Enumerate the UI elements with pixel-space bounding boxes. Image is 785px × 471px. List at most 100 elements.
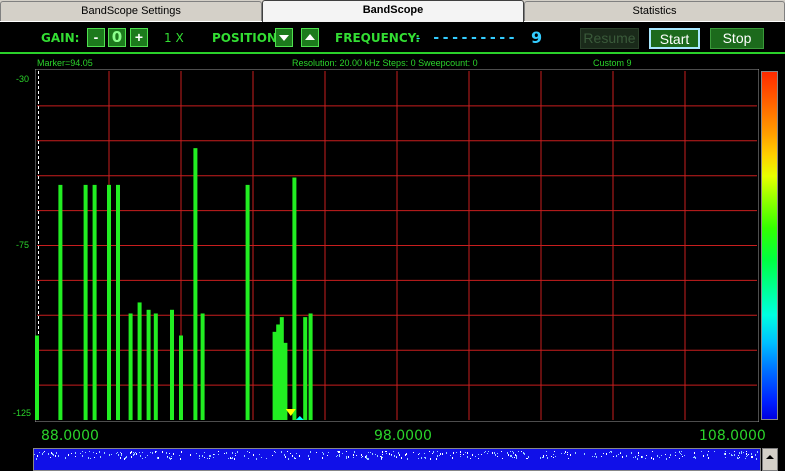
waterfall-pixel: [368, 458, 369, 460]
waterfall-pixel: [665, 454, 666, 455]
waterfall-pixel: [55, 455, 56, 457]
waterfall-pixel: [94, 457, 95, 458]
waterfall-pixel: [707, 454, 708, 456]
waterfall-pixel: [117, 452, 118, 453]
waterfall-pixel: [622, 456, 623, 458]
spectrum-plot[interactable]: [35, 69, 759, 422]
waterfall-pixel: [228, 458, 229, 459]
waterfall-pixel: [739, 452, 740, 454]
waterfall-pixel: [714, 451, 715, 452]
spectrum-bar: [170, 309, 174, 420]
waterfall-pixel: [463, 454, 464, 455]
waterfall-pixel: [734, 454, 735, 456]
waterfall-pixel: [244, 455, 245, 457]
waterfall-pixel: [746, 453, 747, 455]
waterfall-pixel: [285, 456, 286, 458]
waterfall-pixel: [747, 455, 748, 456]
waterfall-pixel: [39, 452, 40, 453]
waterfall-pixel: [75, 456, 76, 457]
waterfall-pixel: [56, 452, 57, 454]
position-label: POSITION:: [212, 31, 282, 45]
waterfall-pixel: [248, 458, 249, 459]
waterfall-pixel: [724, 453, 725, 455]
waterfall-pixel: [53, 454, 54, 456]
waterfall-pixel: [158, 457, 159, 459]
resume-button[interactable]: Resume: [580, 28, 639, 49]
waterfall-pixel: [731, 454, 732, 456]
waterfall-pixel: [366, 457, 367, 459]
waterfall-pixel: [570, 454, 571, 456]
waterfall-pixel: [633, 457, 634, 458]
waterfall-pixel: [601, 456, 602, 457]
waterfall-pixel: [121, 453, 122, 454]
waterfall-pixel: [575, 452, 576, 454]
waterfall-pixel: [757, 451, 758, 453]
waterfall-pixel: [511, 455, 512, 457]
waterfall-pixel: [741, 451, 742, 453]
waterfall-pixel: [609, 452, 610, 453]
waterfall-pixel: [424, 453, 425, 454]
control-toolbar: GAIN: - 0 + 1 X POSITION: FREQUENCY: - -…: [0, 22, 785, 54]
waterfall-pixel: [745, 458, 746, 459]
stop-button[interactable]: Stop: [710, 28, 764, 49]
waterfall-pixel: [196, 453, 197, 454]
waterfall-pixel: [290, 453, 291, 454]
waterfall-pixel: [202, 455, 203, 457]
spectrum-bar: [308, 313, 313, 420]
waterfall-pixel: [346, 451, 347, 452]
tab-bandscope-settings[interactable]: BandScope Settings: [0, 1, 262, 21]
waterfall-pixel: [339, 455, 340, 457]
waterfall-pixel: [346, 456, 347, 458]
position-down-button[interactable]: [275, 28, 293, 47]
waterfall-pixel: [475, 456, 476, 457]
waterfall-display: [33, 448, 761, 471]
x-tick-label: 88.0000: [41, 428, 99, 444]
waterfall-pixel: [694, 456, 695, 458]
waterfall-pixel: [111, 454, 112, 455]
waterfall-pixel: [284, 454, 285, 456]
waterfall-scroll-up-button[interactable]: [762, 448, 778, 471]
waterfall-pixel: [681, 454, 682, 455]
gain-decrease-button[interactable]: -: [87, 28, 105, 47]
waterfall-pixel: [385, 451, 386, 452]
waterfall-pixel: [611, 451, 612, 453]
waterfall-pixel: [512, 451, 513, 452]
waterfall-pixel: [406, 453, 407, 455]
waterfall-pixel: [294, 457, 295, 459]
x-tick-label: 108.0000: [699, 428, 766, 444]
waterfall-pixel: [413, 452, 414, 453]
waterfall-pixel: [681, 451, 682, 452]
spectrum-bar: [279, 317, 284, 420]
waterfall-pixel: [287, 451, 288, 452]
position-up-button[interactable]: [301, 28, 319, 47]
waterfall-pixel: [751, 453, 752, 455]
waterfall-pixel: [638, 455, 639, 456]
waterfall-pixel: [547, 457, 548, 459]
waterfall-pixel: [232, 452, 233, 454]
waterfall-pixel: [48, 453, 49, 454]
waterfall-pixel: [741, 453, 742, 454]
waterfall-pixel: [89, 451, 90, 452]
start-button[interactable]: Start: [649, 28, 700, 49]
waterfall-pixel: [679, 451, 680, 453]
waterfall-pixel: [166, 452, 167, 454]
waterfall-pixel: [36, 458, 37, 460]
waterfall-pixel: [382, 454, 383, 455]
waterfall-pixel: [281, 451, 282, 453]
waterfall-pixel: [478, 454, 479, 455]
waterfall-pixel: [546, 455, 547, 456]
waterfall-pixel: [465, 452, 466, 453]
waterfall-pixel: [230, 457, 231, 459]
waterfall-pixel: [661, 455, 662, 456]
tab-bandscope[interactable]: BandScope: [262, 0, 524, 22]
waterfall-pixel: [152, 452, 153, 454]
waterfall-pixel: [497, 453, 498, 454]
waterfall-pixel: [626, 455, 627, 457]
spectrum-bar: [58, 184, 63, 420]
spectrum-bar: [283, 342, 288, 420]
gain-increase-button[interactable]: +: [130, 28, 148, 47]
tab-statistics[interactable]: Statistics: [524, 1, 785, 21]
waterfall-pixel: [507, 452, 508, 454]
waterfall-pixel: [567, 452, 568, 453]
waterfall-pixel: [452, 457, 453, 459]
